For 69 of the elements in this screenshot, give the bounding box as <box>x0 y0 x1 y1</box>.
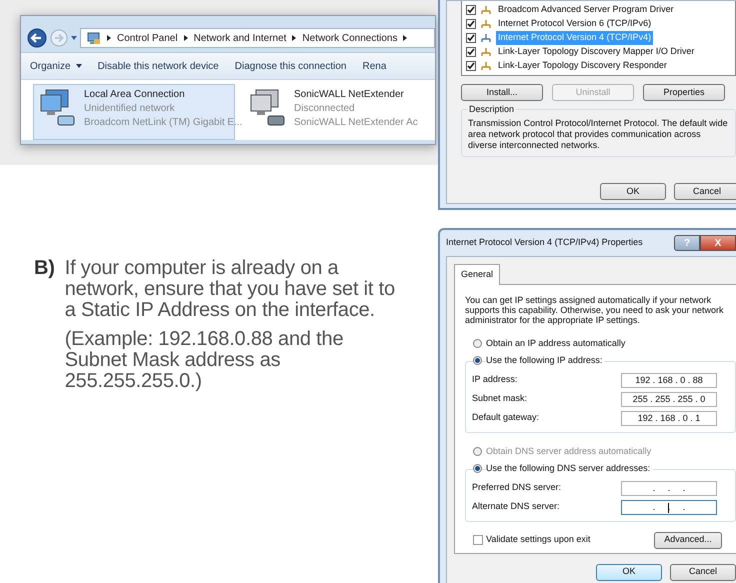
dialog-button[interactable]: Cancel <box>674 183 736 200</box>
network-component-icon <box>481 48 491 56</box>
field-label: Alternate DNS server: <box>472 500 560 514</box>
ip-field[interactable]: 255 . 255 . 255 . 0 <box>621 392 717 406</box>
adapter-name: SonicWALL NetExtender Ac <box>294 116 418 130</box>
network-component-icon <box>481 20 491 28</box>
dropdown-icon[interactable] <box>71 36 77 40</box>
checkbox[interactable] <box>466 19 476 29</box>
ip-field[interactable]: . . . <box>621 500 717 514</box>
dialog-button[interactable]: Install... <box>461 84 543 101</box>
checkbox[interactable] <box>473 535 483 545</box>
breadcrumb-item[interactable]: Network and Internet <box>194 30 286 46</box>
network-component-icon <box>481 34 491 42</box>
field-label: Preferred DNS server: <box>472 481 562 494</box>
checkbox[interactable] <box>466 61 476 71</box>
connection-item[interactable]: SonicWALL NetExtender Disconnected SonicWALL NetExtender Ac <box>243 84 423 140</box>
network-component-icon <box>481 6 491 14</box>
checkbox[interactable] <box>466 47 476 57</box>
text-cursor <box>668 502 669 512</box>
ip-field[interactable]: 192 . 168 . 0 . 1 <box>621 410 717 426</box>
radio-button[interactable] <box>473 356 482 365</box>
description-text: Transmission Control Protocol/Internet Protocol. The default wide area network protocol that provides communication across diverse interconnected networks. <box>468 118 729 151</box>
back-icon[interactable] <box>27 28 47 48</box>
field-label: Subnet mask: <box>472 392 528 406</box>
radio-button[interactable] <box>473 464 482 473</box>
component-item[interactable]: Broadcom Advanced Server Program Driver <box>496 3 676 17</box>
advanced-button[interactable]: Advanced... <box>654 532 722 548</box>
component-item[interactable]: Link-Layer Topology Discovery Responder <box>496 59 669 73</box>
address-bar[interactable]: Control Panel Network and Internet Network Connections <box>80 28 435 48</box>
radio-button[interactable] <box>473 339 482 348</box>
network-component-icon <box>481 62 491 70</box>
connection-name: Local Area Connection <box>84 88 186 102</box>
ip-field[interactable]: . . . <box>621 480 717 496</box>
component-item[interactable]: Internet Protocol Version 6 (TCP/IPv6) <box>496 17 654 31</box>
intro-text: You can get IP settings assigned automatically if your network supports this capability. Otherwise, you need to ask your network administrator for the appropriate IP settings. <box>465 294 724 324</box>
dialog-button[interactable]: Cancel <box>670 564 736 580</box>
dialog-button[interactable]: Properties <box>643 84 725 101</box>
chevron-icon <box>184 35 188 41</box>
chevron-icon <box>107 35 111 41</box>
breadcrumb-item[interactable]: Control Panel <box>117 30 178 46</box>
group-title: Description <box>467 103 516 116</box>
dialog-title: Internet Protocol Version 4 (TCP/IPv4) Properties <box>446 236 644 250</box>
dialog-button[interactable]: OK <box>600 183 666 200</box>
toolbar-button[interactable]: Disable this network device <box>88 58 226 74</box>
radio-option[interactable]: Use the following IP address: <box>473 354 736 368</box>
component-item[interactable]: Link-Layer Topology Discovery Mapper I/O Driver <box>496 45 696 59</box>
adapter-name: Broadcom NetLink (TM) Gigabit E... <box>84 116 242 130</box>
checkbox-label[interactable]: Validate settings upon exit <box>486 533 590 547</box>
example-text: (Example: 192.168.0.88 and the Subnet Mask address as 255.255.255.0.) <box>64 329 344 392</box>
control-panel-icon <box>87 31 101 45</box>
toolbar-button[interactable]: Diagnose this connection <box>226 58 354 74</box>
chevron-icon <box>403 35 408 41</box>
field-label: IP address: <box>472 373 518 386</box>
tab[interactable]: General <box>454 264 500 284</box>
checkbox[interactable] <box>466 5 476 15</box>
dialog-button[interactable]: OK <box>596 564 662 580</box>
connection-name: SonicWALL NetExtender <box>294 88 405 102</box>
toolbar-button[interactable]: Organize <box>21 58 89 74</box>
ip-field[interactable]: 192 . 168 . 0 . 88 <box>621 372 717 388</box>
field-label: Default gateway: <box>472 411 540 424</box>
instruction-text: If your computer is already on a network, ensure that you have set it to a Static IP Address on the interface. <box>64 258 396 321</box>
chevron-icon <box>292 35 296 41</box>
connection-status: Disconnected <box>294 102 356 116</box>
step-marker: B) <box>34 258 55 281</box>
dropdown-icon <box>76 64 82 68</box>
breadcrumb-item[interactable]: Network Connections <box>302 30 398 46</box>
connection-status: Unidentified network <box>84 102 176 116</box>
checkbox[interactable] <box>466 33 476 43</box>
toolbar-button[interactable]: Rena <box>354 58 394 74</box>
